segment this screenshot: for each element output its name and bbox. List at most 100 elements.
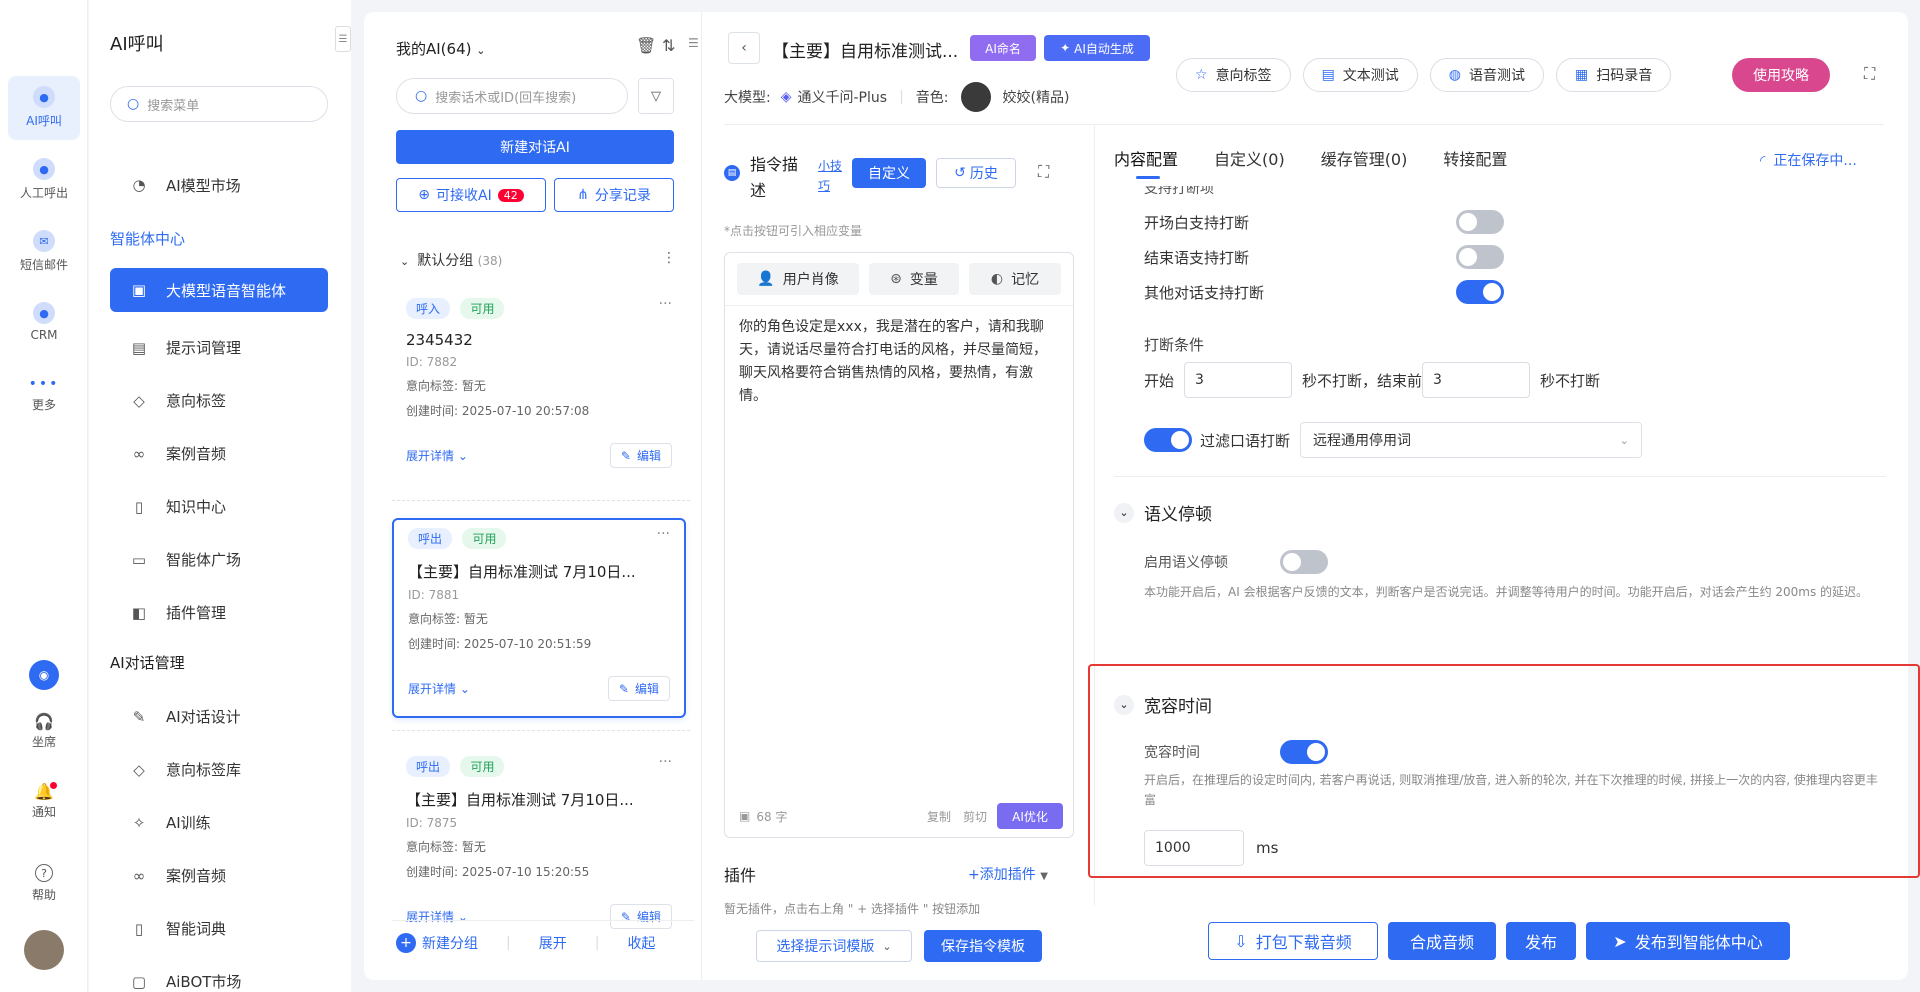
menu-item-dialog-1[interactable]: ◇ 意向标签库 xyxy=(110,743,328,796)
custom-button[interactable]: 自定义 xyxy=(852,158,926,188)
interrupt-toggle[interactable] xyxy=(1456,245,1504,269)
filter-toggle[interactable] xyxy=(1144,428,1192,452)
new-group-button[interactable]: + 新建分组 xyxy=(396,932,478,953)
stopword-select[interactable]: 远程通用停用词 ⌄ xyxy=(1300,422,1643,458)
user-avatar[interactable] xyxy=(24,930,64,970)
menu-item-dialog-3[interactable]: ∞ 案例音频 xyxy=(110,849,328,902)
ai-optimize-button[interactable]: AI优化 xyxy=(997,803,1063,829)
rail-item-more[interactable]: ••• 更多 xyxy=(8,376,80,413)
end-seconds-input[interactable] xyxy=(1422,362,1531,398)
add-plugin-button[interactable]: +添加插件 ▼ xyxy=(968,864,1048,884)
model-info: 大模型: ◈ 通义千问-Plus | 音色: 姣姣(精品) xyxy=(724,82,1069,112)
semantic-toggle[interactable] xyxy=(1280,550,1328,574)
back-button[interactable]: ‹ xyxy=(728,32,760,64)
menu-item-tag[interactable]: ◇ 意向标签 xyxy=(110,374,328,427)
menu-item-plaza[interactable]: ▭ 智能体广场 xyxy=(110,533,328,586)
synthesize-audio-button[interactable]: 合成音频 xyxy=(1388,922,1496,960)
download-audio-button[interactable]: ⇩ 打包下载音频 xyxy=(1208,922,1378,960)
expand-details-link[interactable]: 展开详情 ⌄ xyxy=(406,447,468,464)
menu-search[interactable]: ○ 搜索菜单 xyxy=(110,86,328,122)
assistant-avatar-icon[interactable]: ◉ xyxy=(29,660,59,690)
grace-ms-input[interactable] xyxy=(1144,830,1244,866)
chip-user-portrait[interactable]: 👤 用户肖像 xyxy=(737,263,859,295)
menu-item-dialog-5[interactable]: ▢ AiBOT市场 xyxy=(110,955,328,992)
voice-value[interactable]: 姣姣(精品) xyxy=(1003,87,1070,107)
grace-toggle[interactable] xyxy=(1280,740,1328,764)
ai-list-title[interactable]: 我的AI(64) ⌄ xyxy=(396,38,485,59)
menu-item-dialog-0[interactable]: ✎ AI对话设计 xyxy=(110,690,328,743)
ai-card[interactable]: 呼入 可用 ··· 2345432 ID: 7882 意向标签: 暂无 创建时间… xyxy=(392,290,686,490)
menu-item-tape[interactable]: ∞ 案例音频 xyxy=(110,427,328,480)
new-ai-button[interactable]: 新建对话AI xyxy=(396,130,674,164)
cut-link[interactable]: 剪切 xyxy=(963,808,987,825)
semantic-section-header[interactable]: ⌄ 语义停顿 xyxy=(1114,500,1212,525)
select-template-button[interactable]: 选择提示词模版 ⌄ xyxy=(756,930,912,962)
tips-link[interactable]: 小技巧 xyxy=(818,156,848,196)
menu-item-model-market[interactable]: ◔ AI模型市场 xyxy=(110,163,328,207)
share-record-button[interactable]: ⋔ 分享记录 xyxy=(554,178,674,212)
voice-test-button[interactable]: ◍ 语音测试 xyxy=(1429,58,1545,92)
menu-item-plugin[interactable]: ◧ 插件管理 xyxy=(110,586,328,639)
expand-details-link[interactable]: 展开详情 ⌄ xyxy=(408,680,470,697)
intent-tag-button[interactable]: ☆ 意向标签 xyxy=(1176,58,1291,92)
publish-agent-center-button[interactable]: ➤ 发布到智能体中心 xyxy=(1586,922,1790,960)
collapse-all-link[interactable]: 收起 xyxy=(627,933,655,953)
more-horizontal-icon[interactable]: ··· xyxy=(659,296,672,312)
rail-item-notify[interactable]: 🔔 通知 xyxy=(8,782,80,820)
sort-icon[interactable]: ⇅ xyxy=(662,36,675,55)
more-horizontal-icon[interactable]: ··· xyxy=(657,526,670,542)
more-horizontal-icon[interactable]: ··· xyxy=(659,754,672,770)
menu-item-prompt[interactable]: ▤ 提示词管理 xyxy=(110,321,328,374)
edit-button[interactable]: ✎ 编辑 xyxy=(609,443,672,468)
ai-card[interactable]: 呼出 可用 ··· 【主要】自用标准测试 7月10日... ID: 7875 意… xyxy=(392,748,686,929)
select-template-label: 选择提示词模版 xyxy=(776,939,875,955)
expand-all-link[interactable]: 展开 xyxy=(539,933,567,953)
tab-cache[interactable]: 缓存管理(0) xyxy=(1321,146,1408,170)
history-button[interactable]: ↺ 历史 xyxy=(936,158,1016,188)
trash-icon[interactable]: 🗑 xyxy=(636,36,656,55)
interrupt-toggle[interactable] xyxy=(1456,210,1504,234)
receive-ai-button[interactable]: ⊕ 可接收AI 42 xyxy=(396,178,546,212)
interrupt-toggle[interactable] xyxy=(1456,280,1504,304)
fullscreen-icon[interactable]: ⛶ xyxy=(1864,64,1875,84)
chip-memory[interactable]: ◐ 记忆 xyxy=(969,263,1061,295)
list-collapse-icon[interactable]: ☰ xyxy=(688,36,699,50)
more-vertical-icon[interactable]: ⋮ xyxy=(662,250,676,266)
group-name: 默认分组 xyxy=(417,253,474,269)
copy-link[interactable]: 复制 xyxy=(927,808,951,825)
collapse-sidebar-icon[interactable]: ☰ xyxy=(335,26,351,52)
ai-card[interactable]: 呼出 可用 ··· 【主要】自用标准测试 7月10日... ID: 7881 意… xyxy=(392,518,686,718)
model-logo-icon: ◈ xyxy=(780,89,792,105)
menu-item-book[interactable]: ▯ 知识中心 xyxy=(110,480,328,533)
text-test-button[interactable]: ▤ 文本测试 xyxy=(1302,58,1418,92)
rail-item-crm[interactable]: ● CRM xyxy=(8,302,80,342)
edit-button[interactable]: ✎ 编辑 xyxy=(607,676,670,701)
model-value[interactable]: 通义千问-Plus xyxy=(798,87,888,107)
publish-button[interactable]: 发布 xyxy=(1506,922,1576,960)
rail-item-help[interactable]: ? 帮助 xyxy=(8,864,80,903)
plugin-title: 插件 xyxy=(724,866,757,885)
grace-section-header[interactable]: ⌄ 宽容时间 xyxy=(1114,692,1212,717)
ai-auto-generate-button[interactable]: ✦ AI自动生成 xyxy=(1044,35,1150,61)
filter-icon[interactable]: ▽ xyxy=(638,78,674,114)
chip-variable[interactable]: ⊛ 变量 xyxy=(869,263,959,295)
ai-name-button[interactable]: AI命名 xyxy=(970,35,1036,61)
rail-item-ai-call[interactable]: ● AI呼叫 xyxy=(8,86,80,129)
ai-search-input[interactable]: ○ 搜索话术或ID(回车搜索) xyxy=(396,78,628,114)
start-seconds-input[interactable] xyxy=(1184,362,1293,398)
rail-item-manual-call[interactable]: ● 人工呼出 xyxy=(8,158,80,201)
prompt-textarea[interactable]: 你的角色设定是xxx，我是潜在的客户，请和我聊天，请说话尽量符合打电话的风格，并… xyxy=(725,306,1073,776)
save-template-button[interactable]: 保存指令模板 xyxy=(924,930,1042,962)
menu-item-dialog-4[interactable]: ▯ 智能词典 xyxy=(110,902,328,955)
menu-item-dialog-2[interactable]: ✧ AI训练 xyxy=(110,796,328,849)
tab-content-config[interactable]: 内容配置 xyxy=(1114,146,1178,170)
tab-custom[interactable]: 自定义(0) xyxy=(1214,146,1285,170)
group-header[interactable]: ⌄ 默认分组 (38) ⋮ xyxy=(400,250,676,270)
menu-item-agent[interactable]: ▣ 大模型语音智能体 xyxy=(110,268,328,312)
scan-record-button[interactable]: ▦ 扫码录音 xyxy=(1556,58,1672,92)
expand-editor-icon[interactable]: ⛶ xyxy=(1038,162,1049,182)
tab-transfer[interactable]: 转接配置 xyxy=(1443,146,1507,170)
rail-item-sms[interactable]: ✉ 短信邮件 xyxy=(8,230,80,273)
guide-button[interactable]: 使用攻略 xyxy=(1732,58,1830,92)
rail-item-seat[interactable]: 🎧 坐席 xyxy=(8,712,80,750)
